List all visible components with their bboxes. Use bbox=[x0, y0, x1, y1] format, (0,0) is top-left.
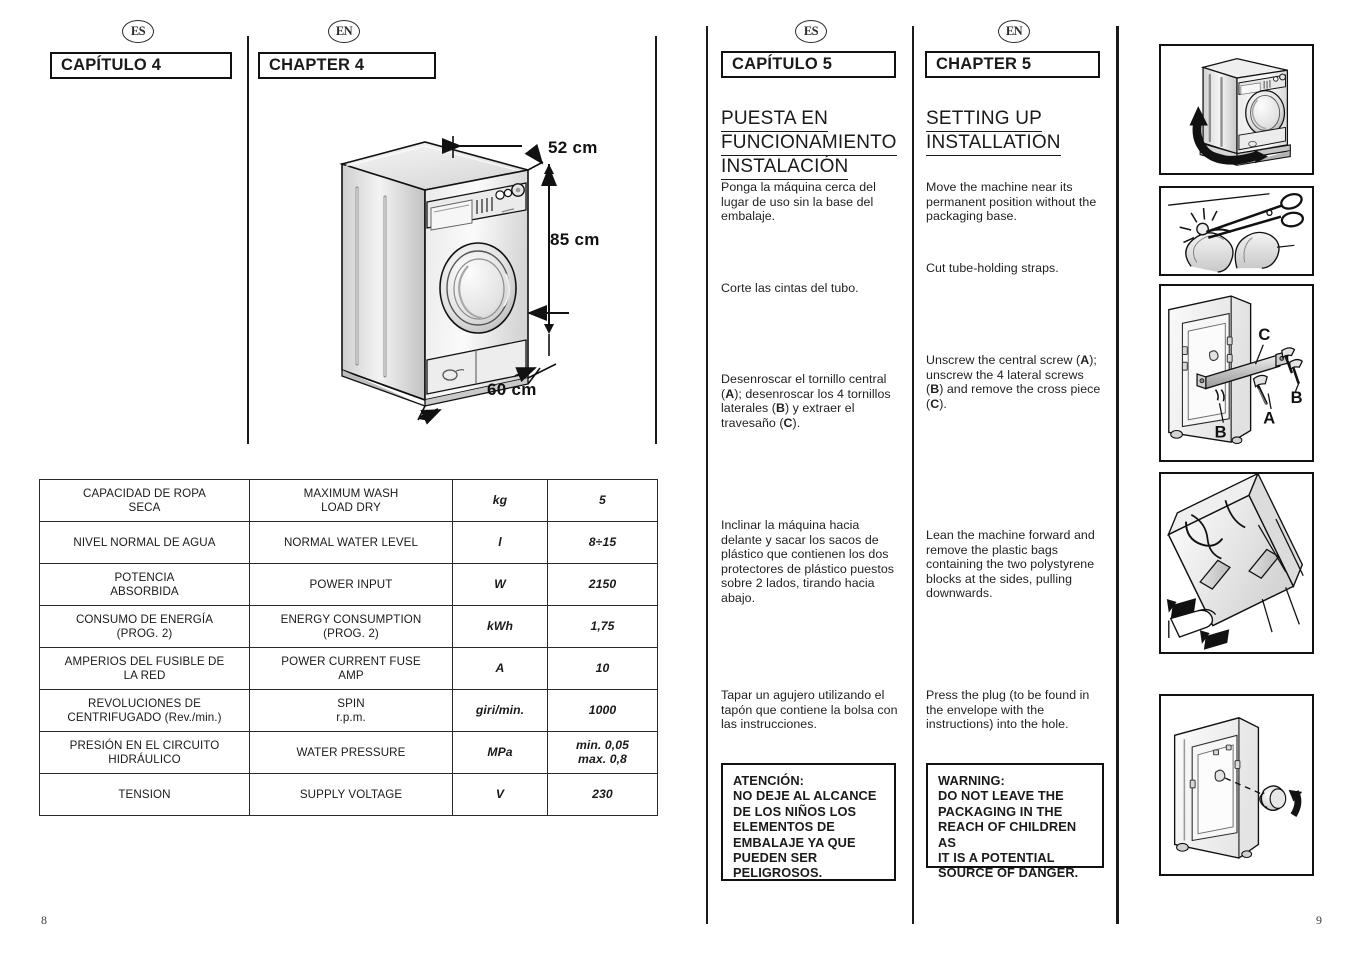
table-row: CAPACIDAD DE ROPA SECA MAXIMUM WASH LOAD … bbox=[39, 479, 658, 522]
section-title-en-line2: INSTALLATION bbox=[926, 132, 1061, 156]
spec-label-es: POTENCIA ABSORBIDA bbox=[39, 563, 250, 606]
divider-spread-gutter bbox=[706, 26, 708, 924]
spec-label-es: CAPACIDAD DE ROPA SECA bbox=[39, 479, 250, 522]
divider-right-page-illustrations bbox=[1116, 26, 1119, 924]
paragraph-en-1: Move the machine near its permanent posi… bbox=[926, 180, 1097, 224]
spec-unit: kg bbox=[452, 479, 548, 522]
dimension-label-height: 85 cm bbox=[550, 230, 600, 249]
table-row: PRESIÓN EN EL CIRCUITO HIDRÁULICO WATER P… bbox=[39, 731, 658, 774]
svg-text:A: A bbox=[1263, 409, 1275, 428]
specifications-table: CAPACIDAD DE ROPA SECA MAXIMUM WASH LOAD … bbox=[39, 479, 658, 816]
table-row: TENSION SUPPLY VOLTAGE V 230 bbox=[39, 773, 658, 816]
paragraph-es-5: Tapar un agujero utilizando el tapón que… bbox=[721, 688, 898, 732]
paragraph-en-2: Cut tube-holding straps. bbox=[926, 261, 1059, 275]
table-row: CONSUMO DE ENERGÍA (PROG. 2) ENERGY CONSU… bbox=[39, 605, 658, 648]
spec-label-en: WATER PRESSURE bbox=[249, 731, 453, 774]
illustration-unscrew-transit-bolts: C B A B bbox=[1159, 284, 1314, 462]
specifications-table-body: CAPACIDAD DE ROPA SECA MAXIMUM WASH LOAD … bbox=[39, 479, 658, 816]
spec-label-es: NIVEL NORMAL DE AGUA bbox=[39, 521, 250, 564]
illustration-remove-packaging-base bbox=[1159, 44, 1314, 175]
warning-box-en: WARNING: DO NOT LEAVE THE PACKAGING IN T… bbox=[926, 763, 1104, 880]
table-row: REVOLUCIONES DE CENTRIFUGADO (Rev./min.)… bbox=[39, 689, 658, 732]
spec-unit: W bbox=[452, 563, 548, 606]
spec-label-en: ENERGY CONSUMPTION (PROG. 2) bbox=[249, 605, 453, 648]
spec-unit: kWh bbox=[452, 605, 548, 648]
spec-label-en: NORMAL WATER LEVEL bbox=[249, 521, 453, 564]
section-title-en: SETTING UP INSTALLATION bbox=[926, 108, 1106, 156]
illustration-insert-hole-plug bbox=[1159, 694, 1314, 876]
dimension-label-depth: 52 cm bbox=[548, 138, 598, 157]
dimension-label-width: 60 cm bbox=[487, 380, 537, 399]
section-title-es: PUESTA EN FUNCIONAMIENTO INSTALACIÓN bbox=[721, 108, 901, 180]
manual-page-spread: ES EN CAPÍTULO 4 CHAPTER 4 52 cm 85 cm 6… bbox=[0, 0, 1351, 954]
spec-label-es: PRESIÓN EN EL CIRCUITO HIDRÁULICO bbox=[39, 731, 250, 774]
chapter-box-es-left: CAPÍTULO 4 bbox=[50, 52, 232, 79]
spec-label-en: SUPPLY VOLTAGE bbox=[249, 773, 453, 816]
spec-value: 2150 bbox=[547, 563, 658, 606]
spec-label-en: MAXIMUM WASH LOAD DRY bbox=[249, 479, 453, 522]
chapter-box-en-right: CHAPTER 5 bbox=[925, 51, 1100, 78]
paragraph-es-3: Desenroscar el tornillo central (A); des… bbox=[721, 372, 891, 430]
spec-value: 5 bbox=[547, 479, 658, 522]
spec-label-es: AMPERIOS DEL FUSIBLE DE LA RED bbox=[39, 647, 250, 690]
divider-right-page-columns bbox=[912, 26, 914, 924]
section-title-es-line1: PUESTA EN bbox=[721, 108, 829, 132]
paragraph-en-3: Unscrew the central screw (A); unscrew t… bbox=[926, 353, 1101, 411]
table-row: AMPERIOS DEL FUSIBLE DE LA RED POWER CURR… bbox=[39, 647, 658, 690]
section-title-es-line3: INSTALACIÓN bbox=[721, 156, 849, 180]
paragraph-es-4: Inclinar la máquina hacia delante y saca… bbox=[721, 518, 895, 605]
spec-value: 230 bbox=[547, 773, 658, 816]
spec-value: 8÷15 bbox=[547, 521, 658, 564]
divider-left-page-outer bbox=[655, 36, 657, 444]
spec-label-en: POWER INPUT bbox=[249, 563, 453, 606]
divider-left-page-columns bbox=[247, 36, 249, 444]
warning-box-es: ATENCIÓN: NO DEJE AL ALCANCE DE LOS NIÑO… bbox=[721, 763, 896, 881]
spec-label-es: CONSUMO DE ENERGÍA (PROG. 2) bbox=[39, 605, 250, 648]
section-title-en-line1: SETTING UP bbox=[926, 108, 1043, 132]
paragraph-en-5: Press the plug (to be found in the envel… bbox=[926, 688, 1090, 732]
spec-label-en: SPIN r.p.m. bbox=[249, 689, 453, 732]
lang-badge-es-left: ES bbox=[122, 20, 154, 43]
lang-badge-en-right: EN bbox=[998, 20, 1030, 43]
spec-unit: l bbox=[452, 521, 548, 564]
page-number-right: 9 bbox=[1316, 913, 1322, 927]
chapter-box-en-left: CHAPTER 4 bbox=[258, 52, 436, 79]
illustration-cut-tube-straps bbox=[1159, 186, 1314, 276]
lang-badge-es-right: ES bbox=[795, 20, 827, 43]
table-row: POTENCIA ABSORBIDA POWER INPUT W 2150 bbox=[39, 563, 658, 606]
chapter-box-es-right: CAPÍTULO 5 bbox=[721, 51, 896, 78]
section-title-es-line2: FUNCIONAMIENTO bbox=[721, 132, 897, 156]
svg-text:B: B bbox=[1215, 422, 1227, 441]
paragraph-es-1: Ponga la máquina cerca del lugar de uso … bbox=[721, 180, 876, 224]
table-row: NIVEL NORMAL DE AGUA NORMAL WATER LEVEL l 8… bbox=[39, 521, 658, 564]
illustration-lean-machine-remove-blocks bbox=[1159, 472, 1314, 654]
paragraph-en-4: Lean the machine forward and remove the … bbox=[926, 528, 1095, 601]
spec-unit: V bbox=[452, 773, 548, 816]
spec-value: 10 bbox=[547, 647, 658, 690]
paragraph-es-2: Corte las cintas del tubo. bbox=[721, 281, 859, 295]
spec-label-es: REVOLUCIONES DE CENTRIFUGADO (Rev./min.) bbox=[39, 689, 250, 732]
svg-text:B: B bbox=[1291, 388, 1303, 407]
spec-unit: giri/min. bbox=[452, 689, 548, 732]
spec-label-es: TENSION bbox=[39, 773, 250, 816]
lang-badge-en-left: EN bbox=[328, 20, 360, 43]
spec-unit: A bbox=[452, 647, 548, 690]
svg-text:C: C bbox=[1258, 325, 1270, 344]
spec-value: 1,75 bbox=[547, 605, 658, 648]
spec-value: min. 0,05 max. 0,8 bbox=[547, 731, 658, 774]
spec-label-en: POWER CURRENT FUSE AMP bbox=[249, 647, 453, 690]
spec-value: 1000 bbox=[547, 689, 658, 732]
spec-unit: MPa bbox=[452, 731, 548, 774]
page-number-left: 8 bbox=[41, 913, 47, 927]
